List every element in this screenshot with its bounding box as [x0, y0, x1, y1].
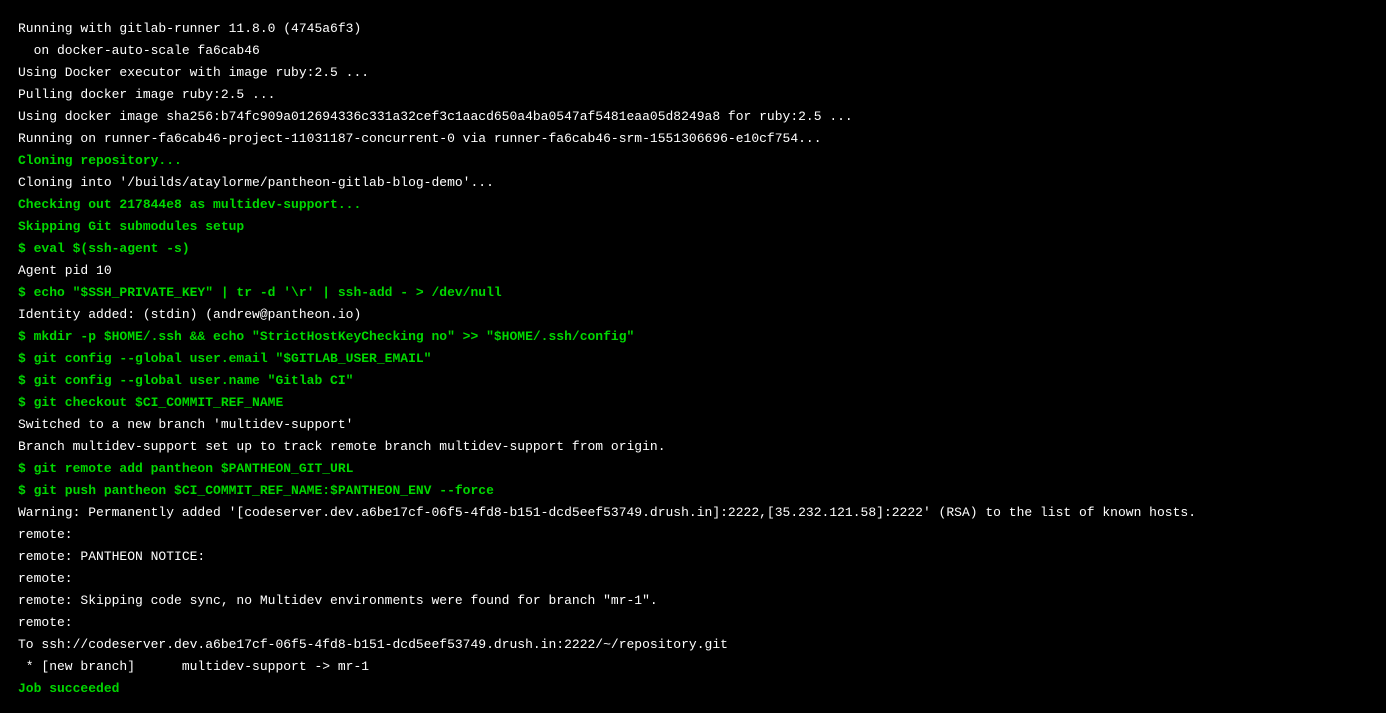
terminal-line: remote:: [18, 612, 1368, 634]
terminal-line: Switched to a new branch 'multidev-suppo…: [18, 414, 1368, 436]
terminal-line: $ git checkout $CI_COMMIT_REF_NAME: [18, 392, 1368, 414]
terminal-line: Identity added: (stdin) (andrew@pantheon…: [18, 304, 1368, 326]
terminal-line: Checking out 217844e8 as multidev-suppor…: [18, 194, 1368, 216]
terminal-line: $ git push pantheon $CI_COMMIT_REF_NAME:…: [18, 480, 1368, 502]
terminal-line: $ git config --global user.email "$GITLA…: [18, 348, 1368, 370]
terminal-line: $ eval $(ssh-agent -s): [18, 238, 1368, 260]
terminal-line: remote: PANTHEON NOTICE:: [18, 546, 1368, 568]
terminal-line: $ echo "$SSH_PRIVATE_KEY" | tr -d '\r' |…: [18, 282, 1368, 304]
terminal-line: Agent pid 10: [18, 260, 1368, 282]
terminal-line: $ mkdir -p $HOME/.ssh && echo "StrictHos…: [18, 326, 1368, 348]
terminal-line: Skipping Git submodules setup: [18, 216, 1368, 238]
terminal-line: * [new branch] multidev-support -> mr-1: [18, 656, 1368, 678]
terminal-line: Warning: Permanently added '[codeserver.…: [18, 502, 1368, 524]
terminal-line: Running on runner-fa6cab46-project-11031…: [18, 128, 1368, 150]
terminal-line: remote:: [18, 568, 1368, 590]
terminal-line: Running with gitlab-runner 11.8.0 (4745a…: [18, 18, 1368, 40]
terminal-line: Cloning repository...: [18, 150, 1368, 172]
terminal-output: Running with gitlab-runner 11.8.0 (4745a…: [18, 18, 1368, 700]
terminal-line: Branch multidev-support set up to track …: [18, 436, 1368, 458]
terminal-line: $ git config --global user.name "Gitlab …: [18, 370, 1368, 392]
terminal-line: remote:: [18, 524, 1368, 546]
terminal-line: $ git remote add pantheon $PANTHEON_GIT_…: [18, 458, 1368, 480]
terminal-line: remote: Skipping code sync, no Multidev …: [18, 590, 1368, 612]
terminal-line: Using docker image sha256:b74fc909a01269…: [18, 106, 1368, 128]
terminal-line: To ssh://codeserver.dev.a6be17cf-06f5-4f…: [18, 634, 1368, 656]
terminal-line: Pulling docker image ruby:2.5 ...: [18, 84, 1368, 106]
terminal-line: Cloning into '/builds/ataylorme/pantheon…: [18, 172, 1368, 194]
terminal-line: Using Docker executor with image ruby:2.…: [18, 62, 1368, 84]
terminal-line: on docker-auto-scale fa6cab46: [18, 40, 1368, 62]
terminal-line: Job succeeded: [18, 678, 1368, 700]
